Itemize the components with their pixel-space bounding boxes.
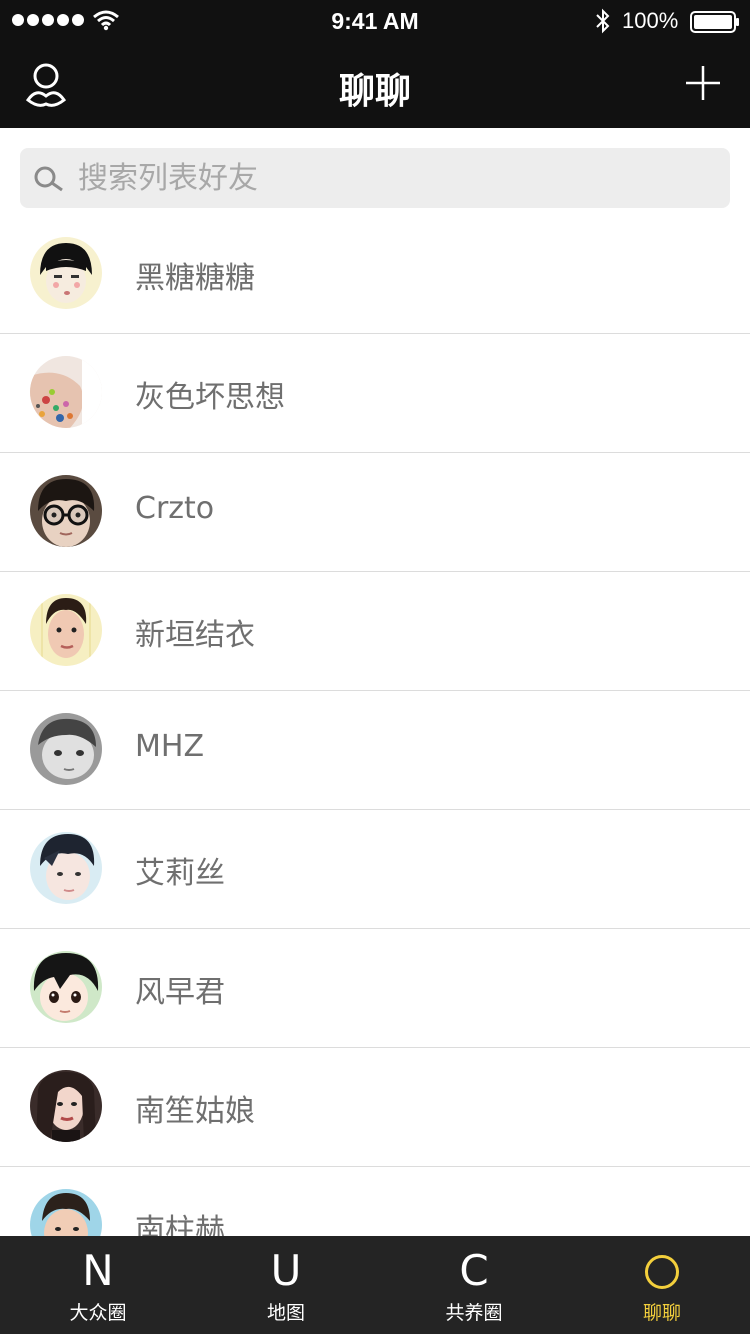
list-item[interactable]: 黑糖糖糖 <box>0 215 750 334</box>
status-bar: 9:41 AM 100% <box>0 0 750 42</box>
list-item[interactable]: 灰色坏思想 <box>0 334 750 453</box>
tab-dazhongquan[interactable]: N 大众圈 <box>4 1236 192 1334</box>
battery-percent: 100% <box>622 8 679 33</box>
avatar <box>30 951 102 1023</box>
contact-name: MHZ <box>135 729 204 764</box>
n-icon: N <box>82 1246 114 1295</box>
plus-icon[interactable] <box>684 64 722 102</box>
tab-chat[interactable]: 聊聊 <box>568 1236 750 1334</box>
search-input[interactable] <box>78 148 718 208</box>
tab-label: 共养圈 <box>445 1302 503 1324</box>
search-bar[interactable] <box>20 148 730 208</box>
c-icon: C <box>459 1246 489 1295</box>
top-bar: 9:41 AM 100% 聊聊 <box>0 0 750 128</box>
circle-icon <box>645 1255 679 1289</box>
contact-name: 新垣结衣 <box>135 618 255 653</box>
tab-label: 聊聊 <box>642 1302 681 1324</box>
contact-list: 黑糖糖糖 灰色坏思想 Crzto 新垣结衣 MHZ 艾莉丝 风早君 南笙姑娘 南… <box>0 215 750 1286</box>
contact-name: 风早君 <box>135 975 225 1010</box>
list-item[interactable]: 新垣结衣 <box>0 572 750 691</box>
tab-map[interactable]: U 地图 <box>192 1236 380 1334</box>
contact-name: Crzto <box>135 491 215 526</box>
list-item[interactable]: 南笙姑娘 <box>0 1048 750 1167</box>
list-item[interactable]: Crzto <box>0 453 750 572</box>
avatar <box>30 594 102 666</box>
avatar <box>30 713 102 785</box>
avatar <box>30 475 102 547</box>
battery-icon <box>690 11 739 33</box>
avatar <box>30 356 102 428</box>
page-title: 聊聊 <box>338 71 411 112</box>
tab-label: 地图 <box>266 1302 305 1324</box>
tab-gongyangquan[interactable]: C 共养圈 <box>380 1236 568 1334</box>
u-icon: U <box>270 1246 302 1295</box>
tab-bar: N 大众圈 U 地图 C 共养圈 聊聊 <box>0 1236 750 1334</box>
tab-label: 大众圈 <box>69 1302 127 1324</box>
bluetooth-icon <box>596 8 610 34</box>
list-item[interactable]: MHZ <box>0 691 750 810</box>
contact-name: 艾莉丝 <box>135 856 225 891</box>
contact-name: 灰色坏思想 <box>135 380 285 415</box>
list-item[interactable]: 艾莉丝 <box>0 810 750 929</box>
avatar <box>30 1070 102 1142</box>
contact-name: 黑糖糖糖 <box>135 261 255 296</box>
avatar <box>30 832 102 904</box>
contact-name: 南笙姑娘 <box>135 1094 255 1129</box>
search-icon <box>34 166 63 192</box>
list-item[interactable]: 风早君 <box>0 929 750 1048</box>
avatar <box>30 237 102 309</box>
